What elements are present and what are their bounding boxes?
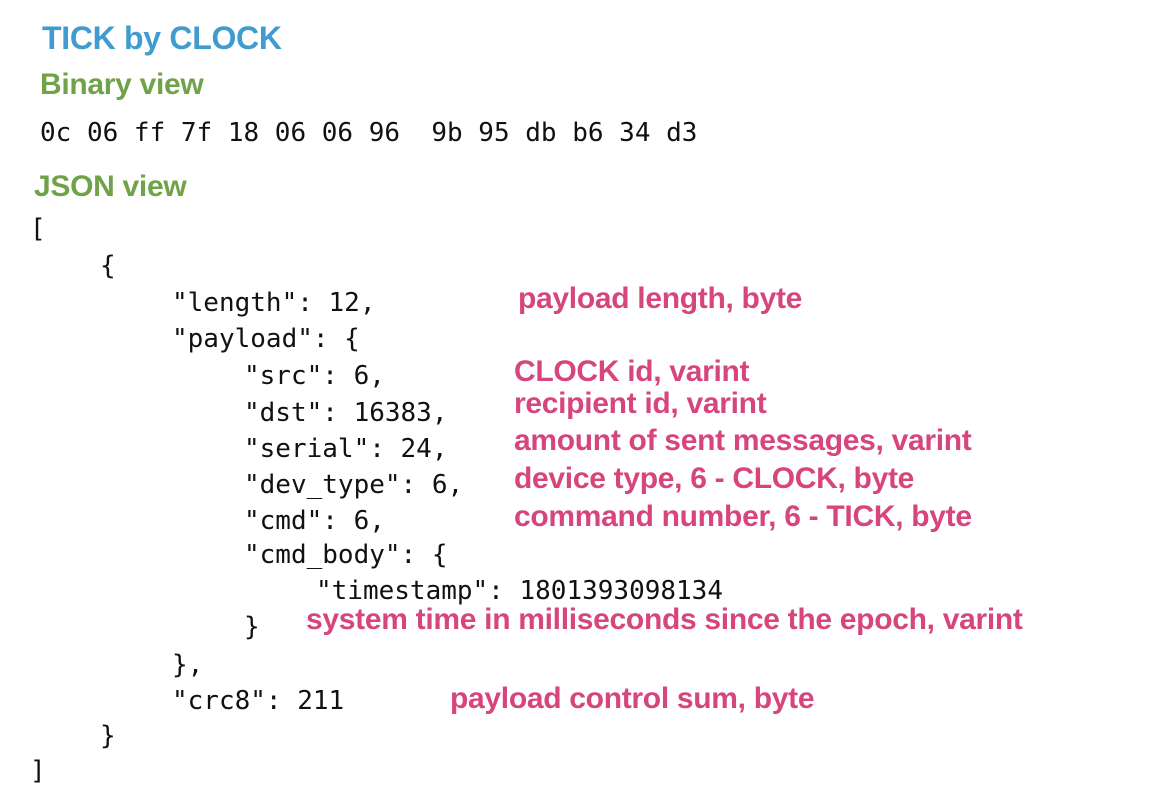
json-line-open-brace: { — [100, 251, 116, 281]
annotation-cmd: command number, 6 - TICK, byte — [514, 500, 972, 533]
json-line-crc8: "crc8": 211 — [172, 686, 345, 716]
binary-bytes: 0c 06 ff 7f 18 06 06 96 9b 95 db b6 34 d… — [40, 118, 698, 148]
annotation-dev-type: device type, 6 - CLOCK, byte — [514, 462, 915, 495]
json-line-payload: "payload": { — [172, 324, 360, 354]
annotation-dst: recipient id, varint — [514, 387, 767, 420]
page-title: TICK by CLOCK — [42, 20, 282, 56]
annotation-timestamp: system time in milliseconds since the ep… — [306, 603, 1023, 636]
json-line-serial: "serial": 24, — [244, 434, 448, 464]
json-view-heading: JSON view — [34, 170, 187, 203]
json-line-cmd-body: "cmd_body": { — [244, 540, 448, 570]
json-line-dev-type: "dev_type": 6, — [244, 470, 464, 500]
json-line-dst: "dst": 16383, — [244, 398, 448, 428]
json-line-length: "length": 12, — [172, 288, 376, 318]
json-line-close-payload: }, — [172, 650, 204, 680]
json-line-timestamp: "timestamp": 1801393098134 — [316, 576, 723, 606]
json-line-close-brace: } — [100, 721, 116, 751]
binary-view-heading: Binary view — [40, 68, 204, 101]
annotation-crc8: payload control sum, byte — [450, 682, 815, 715]
json-line-src: "src": 6, — [244, 361, 385, 391]
annotation-src: CLOCK id, varint — [514, 355, 750, 388]
json-line-cmd: "cmd": 6, — [244, 506, 385, 536]
json-line-open-bracket: [ — [30, 214, 46, 244]
annotation-serial: amount of sent messages, varint — [514, 424, 972, 457]
json-line-close-cmd-body: } — [244, 612, 260, 642]
json-line-close-bracket: ] — [30, 756, 46, 786]
annotation-length: payload length, byte — [518, 282, 803, 315]
